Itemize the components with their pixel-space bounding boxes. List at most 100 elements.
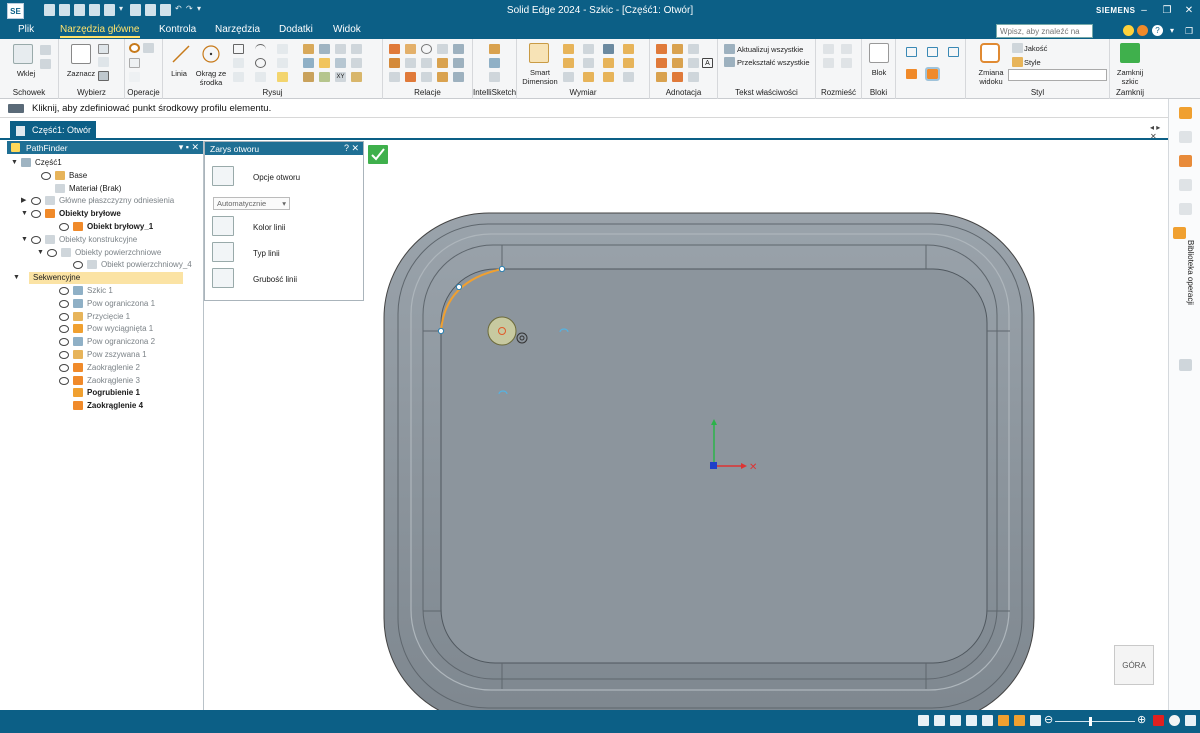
ann-icon-8[interactable]: [672, 72, 683, 82]
line-icon[interactable]: [171, 44, 191, 64]
smart-dimension-label[interactable]: Smart Dimension: [519, 68, 561, 86]
tab-widok[interactable]: Widok: [333, 24, 361, 35]
smart-dimension-icon[interactable]: [529, 43, 549, 63]
tree-row[interactable]: Base: [7, 170, 203, 182]
rel-icon-12[interactable]: [405, 72, 416, 82]
tree-row[interactable]: Szkic 1: [7, 285, 203, 297]
select-label[interactable]: Zaznacz: [63, 69, 99, 78]
tab-scroll-arrows[interactable]: ◂ ▸ ✕: [1150, 123, 1168, 141]
dim-icon-2[interactable]: [583, 44, 594, 54]
change-view-label[interactable]: Zmiana widoku: [970, 68, 1012, 86]
draw-icon-g[interactable]: [303, 72, 314, 82]
intellisketch-icon-2[interactable]: [489, 58, 500, 68]
style-label[interactable]: Style: [1024, 58, 1041, 67]
pencil-icon[interactable]: [303, 44, 314, 54]
arrange-icon-2[interactable]: [841, 44, 852, 54]
line-type-label[interactable]: Typ linii: [253, 249, 280, 258]
arc-midpoint[interactable]: [455, 283, 463, 291]
dim-icon-1[interactable]: [563, 44, 574, 54]
rel-icon-7[interactable]: [405, 58, 416, 68]
expand-icon[interactable]: ▶: [21, 195, 29, 207]
tree-row[interactable]: Obiekt powierzchniowy_4: [7, 259, 203, 271]
select-mode-icon[interactable]: [98, 71, 109, 81]
dim-icon-7[interactable]: [603, 58, 614, 68]
mirror-icon[interactable]: [255, 72, 266, 82]
hole-preview[interactable]: [487, 316, 517, 346]
block-label[interactable]: Blok: [864, 68, 894, 77]
tree-row[interactable]: ▼ Część1: [7, 157, 203, 169]
paste-icon[interactable]: [13, 44, 33, 64]
hole-options-icon[interactable]: [212, 166, 234, 186]
tree-row[interactable]: Pogrubienie 1: [7, 387, 203, 399]
rel-icon-6[interactable]: [389, 58, 400, 68]
tree-row[interactable]: Zaokrąglenie 4: [7, 400, 203, 412]
dim-icon-4[interactable]: [623, 44, 634, 54]
dim-icon-8[interactable]: [623, 58, 634, 68]
offset-icon[interactable]: [233, 72, 244, 82]
tree-row[interactable]: Pow ograniczona 2: [7, 336, 203, 348]
update-all-label[interactable]: Aktualizuj wszystkie: [737, 45, 803, 54]
rel-icon-8[interactable]: [421, 58, 432, 68]
rel-icon-1[interactable]: [389, 44, 400, 54]
dim-icon-6[interactable]: [583, 58, 594, 68]
tree-row[interactable]: Pow zszywana 1: [7, 349, 203, 361]
trim-icon[interactable]: [233, 58, 244, 68]
visibility-eye-icon[interactable]: [59, 325, 69, 334]
visibility-eye-icon[interactable]: [41, 171, 51, 180]
tree-row[interactable]: Przycięcie 1: [7, 311, 203, 323]
style-icon[interactable]: [1012, 57, 1023, 67]
hole-panel-controls[interactable]: ? ✕: [344, 143, 359, 154]
collapse-icon[interactable]: ▼: [11, 157, 19, 169]
ann-icon-4[interactable]: [656, 58, 667, 68]
draw-icon-i[interactable]: [351, 72, 362, 82]
rel-icon-10[interactable]: [453, 58, 464, 68]
tab-narzedzia[interactable]: Narzędzia: [215, 24, 260, 35]
op-icon-3[interactable]: [129, 72, 140, 82]
close-sketch-label[interactable]: Zamknij szkic: [1110, 68, 1150, 86]
tree-row[interactable]: ▶ Główne płaszczyzny odniesienia: [7, 195, 203, 207]
dim-icon-3[interactable]: [603, 44, 614, 54]
update-all-icon[interactable]: [724, 44, 735, 54]
document-tab[interactable]: Część1: Otwór: [10, 121, 96, 140]
line-label[interactable]: Linia: [167, 69, 191, 78]
restore-doc-icon[interactable]: ❐: [1182, 24, 1196, 38]
tree-row[interactable]: Materiał (Brak): [7, 183, 203, 195]
rel-icon-3[interactable]: [421, 44, 432, 54]
visibility-eye-icon[interactable]: [59, 299, 69, 308]
draw-icon-f[interactable]: [351, 58, 362, 68]
view-cube[interactable]: GÓRA: [1114, 645, 1154, 685]
rel-icon-13[interactable]: [421, 72, 432, 82]
tab-kontrola[interactable]: Kontrola: [159, 24, 196, 35]
zoom-slider[interactable]: [1055, 721, 1135, 722]
dim-icon-10[interactable]: [583, 72, 594, 82]
arc-startpoint[interactable]: [437, 327, 445, 335]
arrange-icon-4[interactable]: [841, 58, 852, 68]
help-icon[interactable]: ?: [1152, 25, 1163, 36]
line-color-label[interactable]: Kolor linii: [253, 223, 285, 232]
zoom-in-icon[interactable]: ⊕: [1137, 715, 1148, 726]
confirm-button[interactable]: [368, 145, 388, 164]
dock-icon-3[interactable]: [1179, 155, 1192, 167]
visibility-eye-icon[interactable]: [59, 376, 69, 385]
collapse-icon[interactable]: ▼: [21, 234, 29, 246]
wire-cube-icon[interactable]: [906, 47, 917, 57]
arrange-icon-1[interactable]: [823, 44, 834, 54]
arc-endpoint[interactable]: [498, 265, 506, 273]
dim-icon-11[interactable]: [603, 72, 614, 82]
tree-row[interactable]: Zaokrąglenie 3: [7, 375, 203, 387]
draw-icon-a[interactable]: [335, 44, 346, 54]
rel-icon-9[interactable]: [437, 58, 448, 68]
shade-icon[interactable]: [1014, 715, 1025, 726]
hidden-cube-icon[interactable]: [927, 47, 938, 57]
line-width-label[interactable]: Grubość linii: [253, 275, 297, 284]
rel-icon-4[interactable]: [437, 44, 448, 54]
tree-row[interactable]: ▼ Obiekty bryłowe: [7, 208, 203, 220]
draw-icon-d[interactable]: [319, 58, 330, 68]
record-icon[interactable]: [1169, 715, 1180, 726]
intellisketch-icon-1[interactable]: [489, 44, 500, 54]
pan-icon[interactable]: [966, 715, 977, 726]
ann-icon-5[interactable]: [672, 58, 683, 68]
change-view-icon[interactable]: [980, 43, 1000, 63]
draw-icon-h[interactable]: [319, 72, 330, 82]
zoom-icon[interactable]: [950, 715, 961, 726]
